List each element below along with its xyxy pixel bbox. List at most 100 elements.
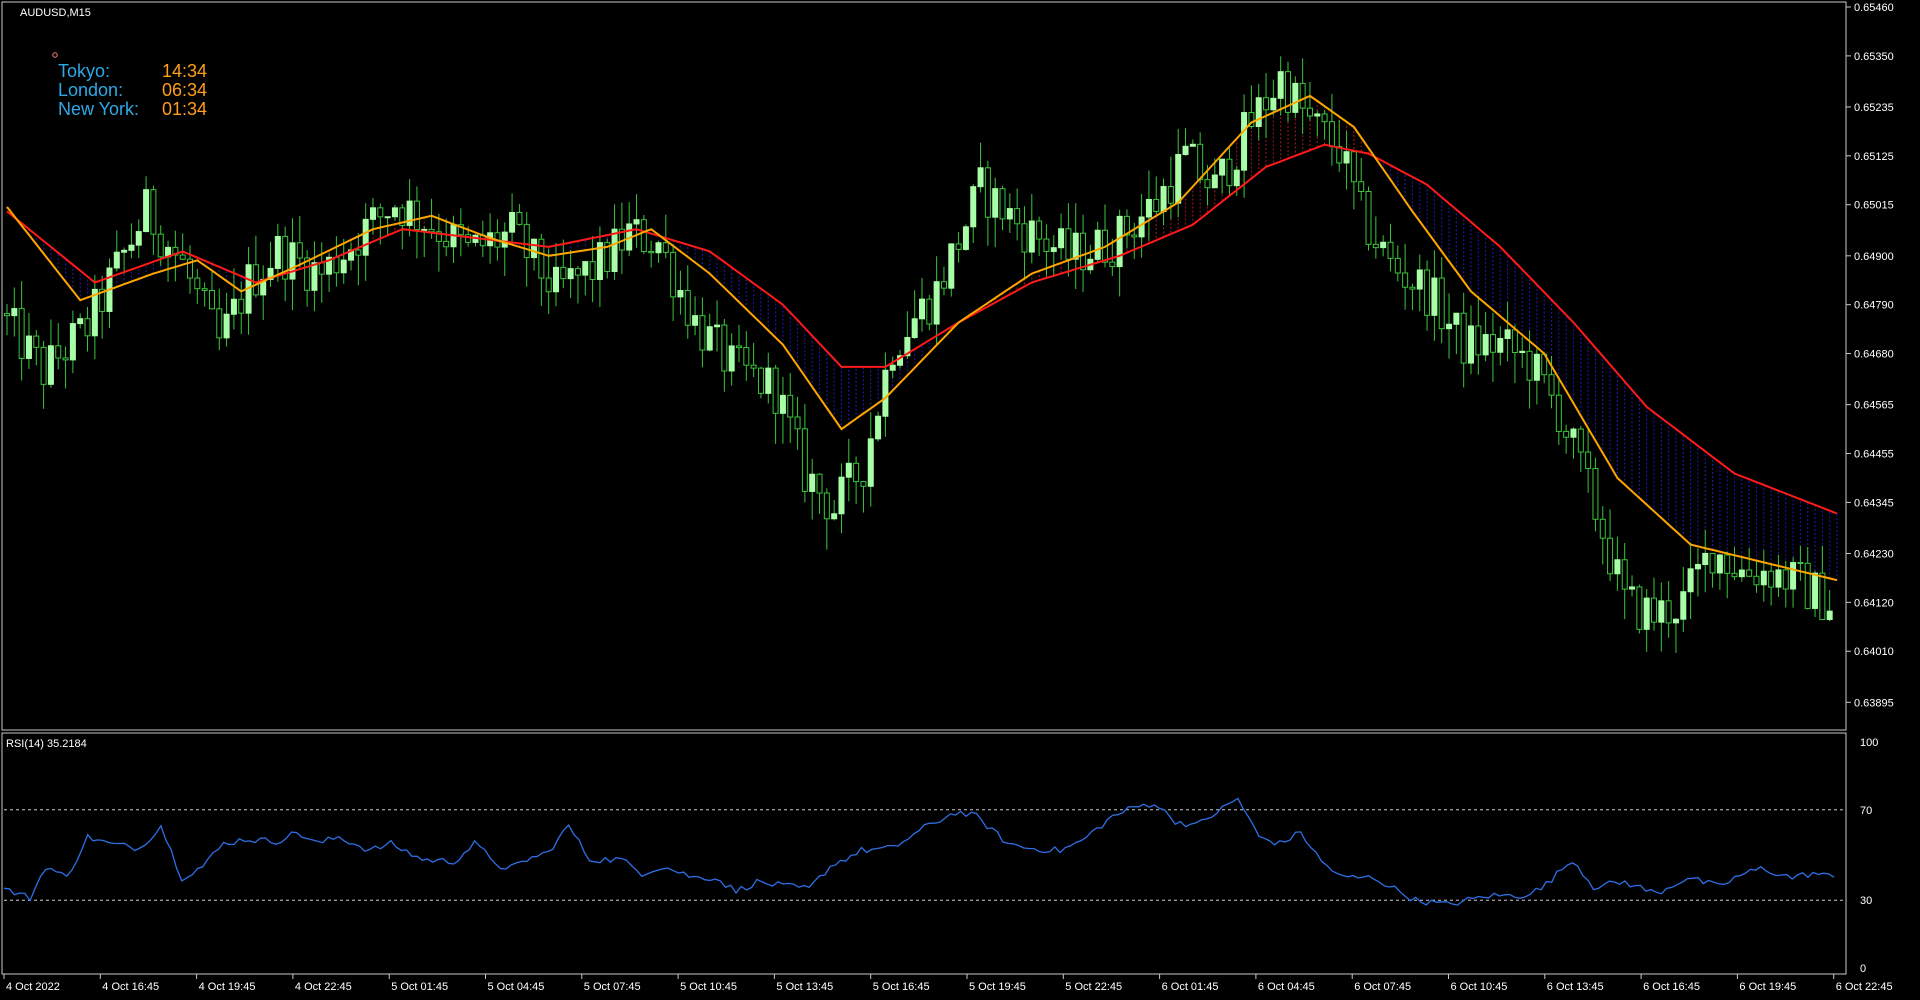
price-tick-label: 0.65125 [1854, 151, 1894, 163]
candle-body [143, 189, 150, 233]
time-tick-label: 4 Oct 16:45 [102, 981, 159, 993]
candle-body [1394, 257, 1401, 274]
candle-body [55, 345, 62, 359]
candle-body [296, 242, 303, 259]
candle-body [523, 223, 530, 259]
time-tick-label: 4 Oct 19:45 [199, 981, 256, 993]
price-tick-label: 0.64790 [1854, 300, 1894, 312]
candle-body [1109, 261, 1116, 268]
candle-body [223, 313, 230, 339]
candle-body [1724, 554, 1731, 574]
candle-body [1629, 586, 1636, 590]
time-tick-label: 6 Oct 16:45 [1643, 981, 1700, 993]
candle-body [1416, 269, 1423, 290]
candle-body [1043, 238, 1050, 252]
candle-body [1226, 158, 1233, 187]
candle-body [194, 277, 201, 290]
candle-body [633, 219, 640, 225]
candle-body [867, 438, 874, 487]
candle-body [274, 235, 281, 269]
candle-body [377, 207, 384, 218]
candle-body [509, 212, 516, 233]
candle-body [772, 367, 779, 414]
time-tick-label: 4 Oct 22:45 [295, 981, 352, 993]
candle-body [1306, 107, 1313, 117]
rsi-panel[interactable]: RSI(14) 35.2184 100 70 30 0 [1, 732, 1878, 975]
candle-body [684, 290, 691, 326]
clock-time-tokyo: 14:34 [162, 61, 207, 81]
candle-body [1702, 552, 1709, 566]
candle-body [311, 262, 318, 291]
candle-body [1036, 220, 1043, 240]
candle-body [1116, 215, 1123, 268]
candle-body [1819, 572, 1826, 621]
candle-body [640, 219, 647, 252]
time-tick-label: 5 Oct 16:45 [873, 981, 930, 993]
candle-body [1446, 323, 1453, 330]
candle-body [340, 259, 347, 274]
price-tick-label: 0.64345 [1854, 497, 1894, 509]
candle-body [962, 226, 969, 250]
candle-body [33, 335, 40, 348]
candle-body [501, 231, 508, 248]
candle-body [670, 251, 677, 298]
candle-body [1021, 223, 1028, 253]
time-tick-label: 5 Oct 19:45 [969, 981, 1026, 993]
candle-body [1233, 169, 1240, 187]
candle-body [428, 228, 435, 233]
candle-body [421, 228, 428, 231]
time-tick-label: 5 Oct 13:45 [776, 981, 833, 993]
candle-body [413, 200, 420, 231]
candle-body [1797, 562, 1804, 565]
price-tick-label: 0.64680 [1854, 349, 1894, 361]
candle-body [1548, 374, 1555, 396]
symbol-label: AUDUSD,M15 [20, 7, 91, 19]
candle-body [1145, 198, 1152, 218]
price-tick-label: 0.64455 [1854, 449, 1894, 461]
candle-body [1621, 559, 1628, 590]
candle-body [1768, 570, 1775, 588]
candle-body [1511, 329, 1518, 354]
time-tick-label: 6 Oct 22:45 [1836, 981, 1893, 993]
candle-body [1672, 618, 1679, 624]
candle-body [1094, 229, 1101, 260]
candle-body [999, 188, 1006, 220]
candle-body [465, 234, 472, 243]
clock-name-newyork: New York: [58, 99, 139, 119]
mt4-chart-window[interactable]: AUDUSD,M15 Tokyo: 14:34 London: 06:34 Ne… [0, 0, 1920, 1000]
candle-body [1014, 208, 1021, 225]
candle-body [560, 266, 567, 280]
candle-body [794, 416, 801, 430]
candle-body [47, 345, 54, 385]
candle-body [1497, 337, 1504, 353]
candle-body [823, 492, 830, 520]
candle-body [1197, 143, 1204, 181]
candle-body [655, 242, 662, 254]
candle-body [1504, 329, 1511, 339]
candle-body [1468, 325, 1474, 364]
clock-anchor-icon[interactable] [52, 52, 58, 58]
candle-body [516, 212, 523, 225]
time-tick-label: 6 Oct 13:45 [1547, 981, 1604, 993]
clock-name-tokyo: Tokyo: [58, 61, 110, 81]
candle-body [589, 261, 596, 280]
candle-body [662, 242, 669, 253]
candle-body [1160, 186, 1167, 212]
candle-body [992, 188, 999, 218]
candle-body [1585, 451, 1592, 469]
price-axis: 0.65460 0.65350 0.65235 0.65125 0.65015 0.649… [1846, 2, 1894, 709]
candle-body [1519, 350, 1526, 354]
rsi-label: RSI(14) 35.2184 [6, 738, 87, 750]
candle-body [1292, 82, 1299, 113]
candle-body [128, 244, 135, 251]
candle-body [853, 462, 860, 483]
price-tick-label: 0.65235 [1854, 102, 1894, 114]
candle-body [728, 345, 735, 372]
candle-body [1643, 597, 1650, 630]
price-panel[interactable]: AUDUSD,M15 Tokyo: 14:34 London: 06:34 Ne… [1, 1, 1894, 731]
candle-body [948, 243, 955, 289]
candle-body [860, 481, 867, 487]
candle-body [62, 357, 69, 361]
candle-body [1790, 562, 1797, 590]
candle-body [1343, 151, 1350, 164]
